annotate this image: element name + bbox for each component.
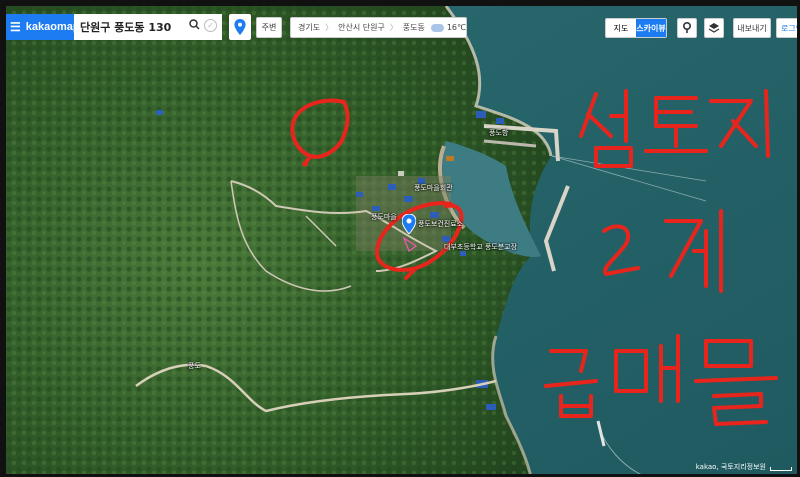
- layers-button[interactable]: [704, 18, 724, 38]
- menu-icon[interactable]: ☰: [10, 20, 21, 34]
- scale-bar: [770, 467, 792, 471]
- nearby-button[interactable]: 주변: [256, 17, 282, 38]
- map-viewport[interactable]: 풍도 풍도마을회관 풍도마을 풍도보건진료소 대부초등학교 풍도분교장 풍도항 …: [6, 6, 797, 474]
- search-value: 단원구 풍도동 130: [80, 21, 172, 34]
- search-input[interactable]: 단원구 풍도동 130 ✓: [74, 14, 222, 40]
- login-button[interactable]: 로그인: [776, 18, 797, 38]
- clear-icon[interactable]: ✓: [204, 19, 217, 32]
- map-label-school[interactable]: 대부초등학교 풍도분교장: [444, 242, 517, 252]
- tab-map[interactable]: 지도: [606, 19, 636, 37]
- roadview-pin-icon: [683, 22, 691, 33]
- pin-icon: [234, 19, 246, 35]
- map-label-health-center[interactable]: 풍도보건진료소: [418, 219, 463, 229]
- layers-icon: [708, 23, 720, 33]
- screenshot-frame: 풍도 풍도마을회관 풍도마을 풍도보건진료소 대부초등학교 풍도분교장 풍도항 …: [0, 0, 800, 477]
- roadview-button[interactable]: [677, 18, 697, 38]
- map-label-village-hall[interactable]: 풍도마을회관: [414, 183, 453, 193]
- breadcrumb: 경기도 〉 안산시 단원구 〉 풍도동 16℃: [290, 17, 467, 38]
- cloud-icon: [430, 23, 444, 32]
- logo-text: kakaomap: [25, 21, 80, 33]
- my-location-button[interactable]: [229, 14, 251, 40]
- tab-skyview[interactable]: 스카이뷰: [636, 19, 666, 37]
- view-toggle: 지도 스카이뷰: [605, 18, 667, 38]
- map-label-harbor[interactable]: 풍도항: [489, 128, 508, 138]
- breadcrumb-dong[interactable]: 풍도동: [403, 22, 425, 33]
- breadcrumb-province[interactable]: 경기도: [298, 22, 320, 33]
- map-label-pungdo[interactable]: 풍도: [188, 361, 201, 371]
- search-icon[interactable]: [189, 19, 200, 33]
- satellite-image: [6, 6, 797, 474]
- export-button[interactable]: 내보내기: [733, 18, 771, 38]
- weather-temp: 16℃: [446, 23, 466, 32]
- map-label-village[interactable]: 풍도마을: [371, 212, 397, 222]
- breadcrumb-city[interactable]: 안산시 단원구: [338, 22, 385, 33]
- copyright-text: kakao, 국토지리정보원: [695, 463, 766, 471]
- kakaomap-logo[interactable]: ☰ kakaomap: [6, 14, 80, 40]
- location-pin-icon[interactable]: [402, 214, 416, 234]
